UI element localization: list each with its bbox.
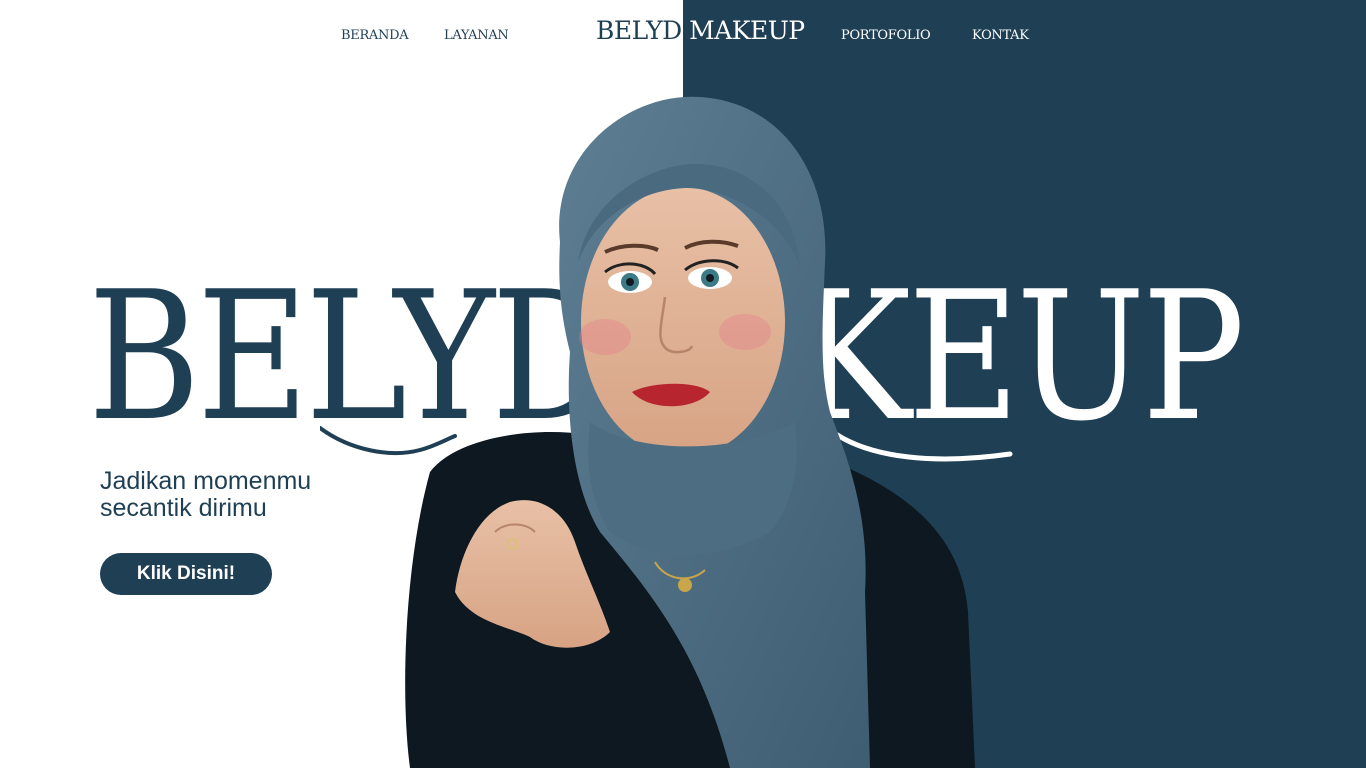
nav-beranda[interactable]: BERANDA bbox=[341, 28, 409, 43]
nav-layanan[interactable]: LAYANAN bbox=[444, 28, 509, 43]
brand-part-1: BELYD bbox=[596, 16, 682, 45]
brand-part-2: MAKEUP bbox=[681, 16, 805, 45]
tagline-line-1: Jadikan momenmu bbox=[100, 467, 312, 495]
tagline-line-2: secantik dirimu bbox=[100, 494, 267, 522]
model-portrait bbox=[405, 96, 975, 768]
nav-kontak[interactable]: KONTAK bbox=[972, 28, 1029, 43]
nav-portofolio[interactable]: PORTOFOLIO bbox=[841, 28, 931, 43]
cta-button[interactable]: Klik Disini! bbox=[100, 553, 272, 595]
hero-tagline: Jadikan momenmu secantik dirimu bbox=[100, 468, 400, 522]
brand-logo[interactable]: BELYD MAKEUP bbox=[596, 16, 805, 45]
